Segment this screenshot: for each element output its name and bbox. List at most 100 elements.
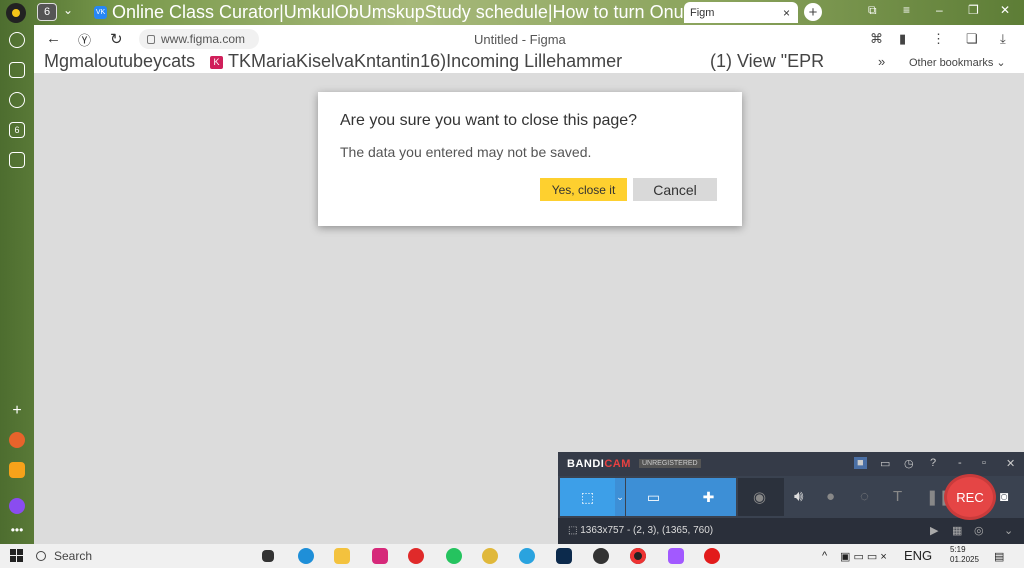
cancel-button[interactable]: Cancel — [633, 178, 717, 201]
notes-icon[interactable] — [9, 62, 25, 78]
browser-sidebar: 6 + ••• — [0, 25, 34, 544]
clock-date: 01.2025 — [950, 555, 979, 564]
close-tab-icon[interactable]: × — [783, 6, 790, 20]
notifications-icon[interactable]: ▤ — [994, 550, 1004, 563]
menu-icon[interactable]: ≡ — [903, 3, 910, 17]
expand-icon[interactable]: ⌄ — [1004, 524, 1013, 537]
yandex-browser-icon[interactable] — [704, 548, 720, 564]
browser-logo-icon[interactable] — [6, 3, 26, 23]
chrome-icon[interactable] — [482, 548, 498, 564]
yes-close-button[interactable]: Yes, close it — [540, 178, 627, 201]
restore-icon[interactable]: ❐ — [968, 3, 979, 17]
task-view-icon[interactable] — [262, 550, 274, 562]
instagram-icon[interactable] — [372, 548, 388, 564]
page-title: Untitled - Figma — [474, 32, 566, 47]
lock-icon — [147, 34, 155, 44]
new-tab-button[interactable]: + — [804, 3, 822, 21]
play-icon[interactable] — [9, 92, 25, 108]
search-icon — [36, 551, 46, 561]
file-explorer-icon[interactable] — [334, 548, 350, 564]
translate-icon[interactable]: ⌘ — [870, 31, 883, 47]
unregistered-badge: UNREGISTERED — [639, 459, 701, 468]
speaker-icon[interactable]: 🔊︎ — [794, 488, 803, 505]
tab-figma-active[interactable]: Figm × — [684, 2, 798, 23]
other-bookmarks-label: Other bookmarks — [909, 57, 994, 69]
language-indicator[interactable]: ENG — [904, 548, 932, 563]
browser-tab-strip: 6 ⌄ VK Online Class Curator|UmkulObUmsku… — [0, 0, 1024, 25]
reload-icon[interactable]: ↻ — [110, 30, 123, 48]
history-icon[interactable] — [9, 32, 25, 48]
whatsapp-icon[interactable] — [446, 548, 462, 564]
bandicam-window: BANDICAM UNREGISTERED ■ ▭ ◷ ? - ▫ ✕ ⬚ ⌄ … — [558, 452, 1024, 544]
lock-icon[interactable]: ■ — [854, 457, 867, 469]
maximize-icon[interactable]: ▫ — [982, 457, 986, 469]
more-menu-icon[interactable]: ⋮ — [932, 31, 945, 47]
tray-chevron-icon[interactable]: ^ — [822, 550, 827, 562]
tabs-six-icon[interactable]: 6 — [9, 122, 25, 138]
app-icon[interactable] — [9, 432, 25, 448]
k-icon: K — [210, 56, 223, 69]
back-icon[interactable]: ← — [46, 30, 61, 47]
search-label: Search — [54, 549, 93, 563]
mode-dropdown-icon[interactable]: ⌄ — [615, 478, 625, 516]
edge-icon[interactable] — [298, 548, 314, 564]
settings-icon[interactable] — [593, 548, 609, 564]
game-mode-icon[interactable]: ✚ — [681, 478, 736, 516]
clock[interactable]: 5:19 01.2025 — [950, 545, 979, 565]
pinterest-icon[interactable] — [408, 548, 424, 564]
record-button[interactable]: REC — [947, 477, 993, 517]
bookmark-item[interactable]: Mgmaloutubeycats — [44, 51, 195, 72]
cursor-icon[interactable]: ◌ — [860, 488, 869, 505]
bookmark-item[interactable]: (1) View "EPR — [710, 51, 824, 72]
photoshop-icon[interactable] — [556, 548, 572, 564]
tabs-overflow-titles[interactable]: VK Online Class Curator|UmkulObUmskupStu… — [94, 0, 732, 25]
bookmarks-panel-icon[interactable]: ⧉ — [868, 3, 877, 18]
mic-icon[interactable]: ● — [826, 488, 835, 505]
bandicam-task-icon[interactable] — [630, 548, 646, 564]
bookmark-icon[interactable]: ▮ — [899, 31, 906, 47]
folder-icon[interactable]: ▭ — [880, 457, 890, 470]
more-icon[interactable]: ••• — [9, 522, 25, 538]
hdmi-mode-icon[interactable]: ▭ — [626, 478, 681, 516]
resolution-text: 1363x757 - (2, 3), (1365, 760) — [580, 525, 714, 536]
start-icon[interactable] — [10, 549, 23, 562]
audio-icon[interactable]: ◎ — [974, 524, 984, 537]
bandicam-logo: BANDICAM — [567, 458, 631, 470]
bandicam-toolbar: ⬚ ⌄ ▭ ✚ ◉ 🔊︎ ● ◌ T ❚❚ REC ◙ — [558, 476, 1024, 518]
browser-toolbar: ← Ⓨ ↻ www.figma.com Untitled - Figma ⌘ ▮… — [34, 25, 1024, 53]
other-bookmarks[interactable]: Other bookmarks ⌄ — [909, 56, 1006, 69]
camera-icon[interactable]: ◙ — [1000, 488, 1008, 504]
image-icon[interactable]: ▦ — [952, 524, 962, 537]
bandicam-status-bar: ⬚ 1363x757 - (2, 3), (1365, 760) ▶ ▦ ◎ ⌄ — [558, 518, 1024, 544]
more-bookmarks-button[interactable]: » — [878, 54, 885, 69]
tab-count-button[interactable]: 6 — [37, 3, 57, 21]
screenshot-icon[interactable] — [9, 152, 25, 168]
bookmark-item[interactable]: K TKMariaKiselvaKntantin16)Incoming Lille… — [210, 51, 622, 72]
address-bar[interactable]: www.figma.com — [139, 29, 259, 49]
telegram-icon[interactable] — [519, 548, 535, 564]
mail-icon[interactable] — [9, 462, 25, 478]
screen-mode-icon[interactable]: ⬚ — [560, 478, 615, 516]
chevron-down-icon[interactable]: ⌄ — [63, 3, 73, 17]
minimize-icon[interactable]: – — [936, 3, 943, 17]
yandex-icon[interactable]: Ⓨ — [78, 30, 91, 49]
taskbar-search[interactable]: Search — [36, 544, 92, 568]
webcam-icon[interactable]: ◉ — [753, 488, 766, 506]
close-window-icon[interactable]: ✕ — [1000, 3, 1010, 17]
video-icon[interactable]: ▶ — [930, 524, 938, 537]
windows-taskbar: Search ^ ▣ ▭ ▭ × ENG 5:19 01.2025 ▤ — [0, 544, 1024, 568]
help-icon[interactable]: ? — [930, 457, 936, 469]
close-icon[interactable]: ✕ — [1006, 457, 1015, 470]
dialog-message: The data you entered may not be saved. — [340, 144, 592, 160]
download-icon[interactable]: ⤓ — [1000, 31, 1006, 47]
add-icon[interactable]: + — [9, 402, 25, 419]
tray-icons[interactable]: ▣ ▭ ▭ × — [840, 550, 887, 563]
collections-icon[interactable]: ❏ — [966, 31, 978, 47]
alice-icon[interactable] — [9, 498, 25, 514]
clock-icon[interactable]: ◷ — [904, 457, 914, 470]
minimize-icon[interactable]: - — [958, 457, 962, 469]
clock-time: 5:19 — [950, 545, 966, 554]
vk-icon: VK — [94, 6, 107, 19]
figma-icon[interactable] — [668, 548, 684, 564]
text-icon[interactable]: T — [893, 488, 902, 505]
